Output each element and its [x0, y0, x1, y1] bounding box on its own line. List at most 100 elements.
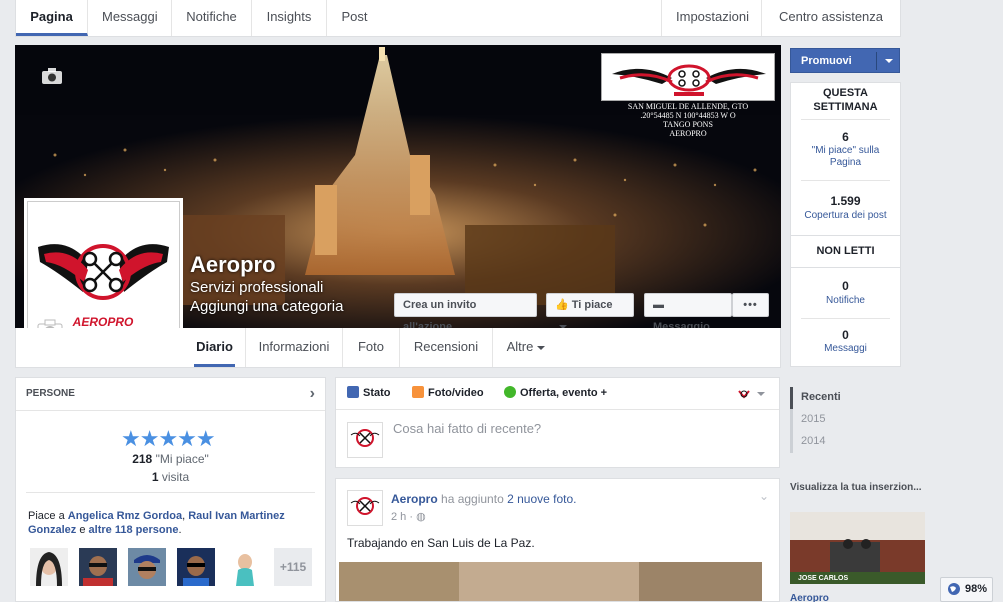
post-photos-link[interactable]: 2 nuove foto. [507, 492, 576, 506]
tab-pagina[interactable]: Pagina [16, 0, 88, 36]
friend-link[interactable]: Angelica Rmz Gordoa [68, 510, 182, 522]
notifications-label[interactable]: Notifiche [791, 295, 900, 307]
globe-icon: ◍ [416, 511, 426, 523]
status-tab[interactable]: Stato [347, 386, 391, 399]
this-week-heading: QUESTA SETTIMANA [813, 87, 878, 113]
others-link[interactable]: altre 118 persone [89, 524, 179, 536]
year-recenti[interactable]: Recenti [790, 387, 901, 409]
likes-count: 218 [132, 452, 153, 466]
post-author-avatar[interactable] [347, 490, 383, 526]
cover-brand-logo [601, 53, 775, 101]
post-photo[interactable] [339, 562, 762, 601]
feed-post: Aeropro ha aggiunto 2 nuove foto. 2 h · … [335, 478, 780, 602]
centro-assistenza-label: Centro assistenza [778, 9, 884, 24]
photo-icon [412, 386, 424, 398]
divider [791, 235, 900, 236]
friend-avatar[interactable] [30, 548, 68, 586]
page-sub-nav: Diario Informazioni Foto Recensioni Altr… [15, 328, 781, 368]
friend-avatar[interactable] [79, 548, 117, 586]
likes-count[interactable]: 6 [791, 130, 900, 144]
post-text: Trabajando en San Luis de La Paz. [347, 536, 535, 550]
message-icon: ▬ [653, 299, 664, 311]
post-header: Aeropro ha aggiunto 2 nuove foto. [391, 492, 576, 506]
divider [801, 119, 890, 120]
reach-label[interactable]: Copertura dei post [791, 210, 900, 222]
brand-line: .20°54485 N 100°44853 W O [640, 111, 736, 120]
year-2015[interactable]: 2015 [790, 409, 901, 431]
tab-informazioni[interactable]: Informazioni [245, 328, 343, 367]
likes-label[interactable]: "Mi piace" sulla Pagina [803, 145, 888, 169]
friend-avatar[interactable] [226, 548, 264, 586]
page-category[interactable]: Servizi professionali [190, 279, 323, 296]
chevron-right-icon[interactable]: › [310, 378, 315, 410]
messages-count[interactable]: 0 [791, 328, 900, 342]
notifications-count[interactable]: 0 [791, 279, 900, 293]
likes-summary: 218 "Mi piace" [16, 452, 325, 466]
tab-diario[interactable]: Diario [194, 328, 235, 367]
page-avatar [347, 422, 383, 458]
tab-foto[interactable]: Foto [343, 328, 400, 367]
photo-video-tab[interactable]: Foto/video [412, 386, 484, 399]
visits-label: visita [161, 470, 190, 484]
offer-event-tab[interactable]: Offerta, evento + [504, 386, 607, 399]
people-card: PERSONE › ★★★★★ 218 "Mi piace" 1 visita … [15, 377, 326, 602]
post-author[interactable]: Aeropro [391, 492, 438, 506]
more-options-button[interactable]: ••• [732, 293, 769, 317]
status-tab-label: Stato [363, 387, 391, 399]
promote-label: Promuovi [801, 55, 852, 67]
status-badge[interactable]: 98% [940, 577, 993, 602]
chevron-down-icon[interactable] [885, 59, 893, 63]
cover-brand-text: SAN MIGUEL DE ALLENDE, GTO .20°54485 N 1… [601, 102, 775, 138]
thumbs-up-icon: 👍 [555, 299, 569, 311]
post-time: 2 h · [391, 511, 414, 523]
chevron-down-icon[interactable]: ⌄ [759, 489, 769, 503]
brand-line: AEROPRO [669, 129, 707, 138]
timeline-years: Recenti 2015 2014 [790, 387, 901, 453]
tab-insights[interactable]: Insights [252, 0, 327, 36]
year-2014[interactable]: 2014 [790, 431, 901, 453]
post-timestamp[interactable]: 2 h · ◍ [391, 510, 426, 523]
create-cta-button[interactable]: Crea un invito all'azione [394, 293, 537, 333]
tab-impostazioni[interactable]: Impostazioni [661, 0, 761, 36]
tab-post[interactable]: Post [327, 0, 382, 36]
messages-label[interactable]: Messaggi [791, 343, 900, 355]
status-percent: 98% [965, 583, 988, 595]
tab-recensioni[interactable]: Recensioni [400, 328, 493, 367]
message-button[interactable]: ▬ Messaggio [644, 293, 732, 333]
friend-avatar[interactable] [177, 548, 215, 586]
like-button-label: Ti piace [571, 299, 613, 311]
like-button[interactable]: 👍 Ti piace [546, 293, 634, 330]
tab-altre[interactable]: Altre [493, 328, 559, 367]
divider [876, 52, 877, 70]
more-friends-button[interactable]: +115 [274, 548, 312, 586]
people-title: PERSONE [26, 388, 75, 399]
page-identity-selector[interactable] [737, 387, 765, 404]
page-title[interactable]: Aeropro [190, 252, 276, 278]
tab-centro-assistenza[interactable]: Centro assistenza [761, 0, 900, 54]
ad-preview-caption[interactable]: Aeropro [790, 593, 829, 602]
liked-by-prefix: Piace a [28, 510, 65, 522]
reach-count[interactable]: 1.599 [791, 194, 900, 208]
add-category-link[interactable]: Aggiungi una categoria [190, 298, 343, 315]
rating-stars: ★★★★★ [121, 426, 216, 451]
ad-preview-image[interactable]: JOSE CARLOS [790, 512, 925, 584]
unread-heading: NON LETTI [816, 245, 875, 257]
logo-text: AEROPRO [72, 315, 134, 329]
divider [801, 180, 890, 181]
ad-preview-title[interactable]: Visualizza la tua inserzion... [790, 482, 922, 493]
tab-messaggi[interactable]: Messaggi [88, 0, 172, 36]
promote-button[interactable]: Promuovi [790, 48, 900, 73]
pencil-icon [347, 386, 359, 398]
page-top-nav: Pagina Messaggi Notifiche Insights Post … [15, 0, 901, 54]
visits-count: 1 [151, 470, 159, 484]
tab-notifiche[interactable]: Notifiche [172, 0, 252, 36]
friend-avatar[interactable] [128, 548, 166, 586]
ad-thumb-text: JOSE CARLOS [798, 575, 849, 582]
divider [801, 318, 890, 319]
post-action: ha aggiunto [441, 492, 504, 506]
likes-label: "Mi piace" [155, 452, 209, 466]
brand-line: TANGO PONS [663, 120, 713, 129]
composer-input[interactable]: Cosa hai fatto di recente? [393, 421, 541, 436]
altre-label: Altre [506, 339, 534, 354]
people-card-header[interactable]: PERSONE › [16, 378, 325, 411]
